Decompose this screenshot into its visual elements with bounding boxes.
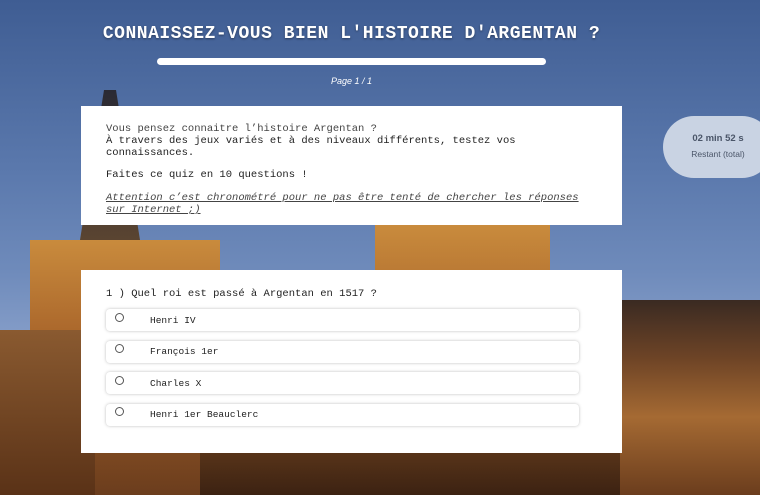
page-title: CONNAISSEZ-VOUS BIEN L'HISTOIRE D'ARGENT… xyxy=(102,24,601,44)
page-indicator: Page 1 / 1 xyxy=(330,76,373,86)
question-text: 1 ) Quel roi est passé à Argentan en 151… xyxy=(106,288,377,300)
radio-button[interactable] xyxy=(115,375,124,385)
answer-option[interactable]: Henri IV xyxy=(106,309,579,331)
question-panel: 1 ) Quel roi est passé à Argentan en 151… xyxy=(81,270,622,453)
timer-value: 02 min 52 s xyxy=(692,133,744,144)
radio-button[interactable] xyxy=(115,312,124,322)
answer-label: Charles X xyxy=(150,377,202,389)
radio-button[interactable] xyxy=(115,344,124,353)
countdown-timer: 02 min 52 s Restant (total) xyxy=(663,116,760,178)
answer-option[interactable]: François 1er xyxy=(106,340,579,363)
answer-option[interactable]: Charles X xyxy=(106,372,579,394)
answer-label: Henri IV xyxy=(150,314,196,326)
intro-line-1: Vous pensez connaitre l’histoire Argenta… xyxy=(106,123,377,135)
answer-label: François 1er xyxy=(150,346,219,357)
intro-warning: Attention c’est chronométré pour ne pas … xyxy=(106,192,579,216)
intro-line-3: Faites ce quiz en 10 questions ! xyxy=(106,169,308,181)
intro-line-2: À travers des jeux variés et à des nivea… xyxy=(106,135,516,159)
intro-panel: Vous pensez connaitre l’histoire Argenta… xyxy=(81,106,622,225)
radio-button[interactable] xyxy=(115,407,124,416)
answer-option[interactable]: Henri 1er Beauclerc xyxy=(106,403,579,426)
timer-label: Restant (total) xyxy=(691,149,745,159)
cathedral-wall-right xyxy=(620,300,760,495)
answer-label: Henri 1er Beauclerc xyxy=(150,409,259,420)
progress-bar xyxy=(157,58,546,65)
